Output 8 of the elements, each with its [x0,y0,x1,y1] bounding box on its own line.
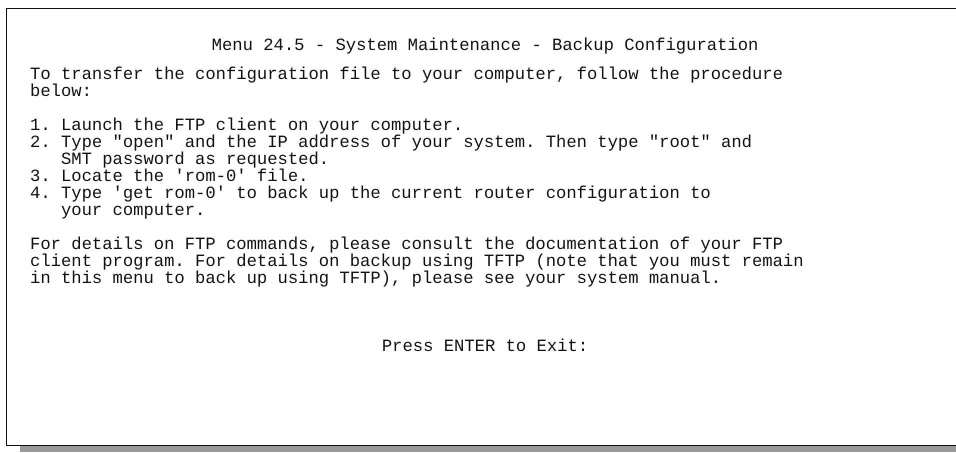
intro-text: To transfer the configuration file to your computer, follow the procedure below: [30,67,784,101]
procedure-step: 1. Launch the FTP client on your computer. [30,118,956,135]
procedure-step: 3. Locate the 'rom-0' file. [30,169,956,186]
details-text: For details on FTP commands, please consult the documentation of your FTP client program. For details on backup using TFTP (note that you must remain in this menu to back up using TFTP), please see your system manual. [30,237,805,288]
exit-prompt: Press ENTER to Exit: [382,339,588,356]
procedure-step: 4. Type 'get rom-0' to back up the current router configuration to your computer. [30,186,956,220]
procedure-step: 2. Type "open" and the IP address of your system. Then type "root" and SMT password as requested. [30,135,956,169]
menu-title: Menu 24.5 - System Maintenance - Backup Configuration [210,38,760,55]
